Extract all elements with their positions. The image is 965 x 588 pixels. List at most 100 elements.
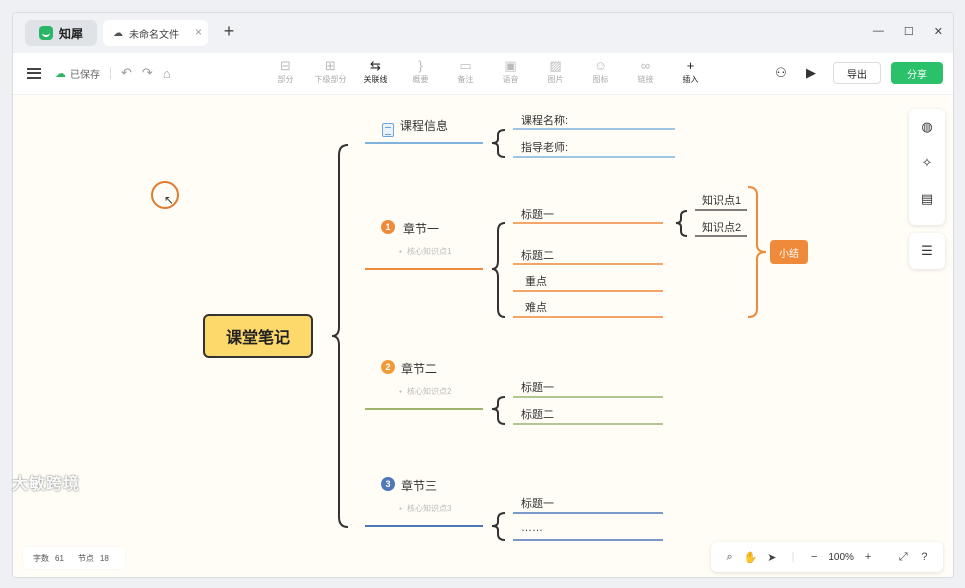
child-topic-icon: ⊞ <box>325 58 336 73</box>
chapter3-item-2[interactable]: …… <box>521 522 543 534</box>
chapter3-item-1[interactable]: 标题一 <box>521 495 554 511</box>
cloud-saved-icon: ☁ <box>55 67 66 80</box>
right-tool-panel: ◍ ✧ ▤ <box>909 109 945 225</box>
mindmap-connectors <box>331 128 767 541</box>
word-count-value: 61 <box>55 553 64 563</box>
chapter1-item-1[interactable]: 标题一 <box>521 206 554 222</box>
course-name-node[interactable]: 课程名称: <box>521 112 568 128</box>
tool-link[interactable]: ∞ 链接 <box>623 57 668 85</box>
root-node[interactable]: 课堂笔记 <box>203 314 313 358</box>
course-info-brace <box>491 129 506 158</box>
tool-image[interactable]: ▨ 图片 <box>533 57 578 85</box>
chapter1-item-2[interactable]: 标题二 <box>521 247 554 263</box>
tool-child-topic[interactable]: ⊞ 下级部分 <box>308 57 353 85</box>
style-icon[interactable]: ✧ <box>909 145 945 181</box>
window-controls: — ☐ ✕ <box>873 25 943 38</box>
zoom-separator: | <box>791 551 795 563</box>
export-button[interactable]: 导出 <box>833 62 881 84</box>
emoji-icon: ☺ <box>593 58 608 73</box>
voice-icon: ▣ <box>504 58 517 73</box>
chapter2-note: 核心知识点2 <box>399 386 451 397</box>
zoom-bar: ⌕ ✋ ➤ | − 100% + ⤢ ? <box>711 542 943 572</box>
share-button[interactable]: 分享 <box>891 62 943 84</box>
image-icon: ▨ <box>549 58 562 73</box>
help-icon[interactable]: ? <box>914 551 935 563</box>
tool-relation-line[interactable]: ⇆ 关联线 <box>353 57 398 85</box>
chapter1-brace <box>491 222 506 318</box>
chapter2-node[interactable]: 章节二 <box>401 360 437 377</box>
chapter1-node[interactable]: 章节一 <box>403 220 439 237</box>
tool-subtopic[interactable]: ⊟ 部分 <box>263 57 308 85</box>
tool-note[interactable]: ▭ 备注 <box>443 57 488 85</box>
chapter1-item-3[interactable]: 重点 <box>525 273 547 289</box>
toolbar-divider <box>110 67 111 79</box>
document-stats: 字数 61 节点 18 <box>23 547 125 569</box>
document-title: 未命名文件 <box>129 29 179 41</box>
palette-icon[interactable]: ◍ <box>909 109 945 145</box>
minimize-icon[interactable]: — <box>873 25 884 38</box>
chapter1-item-4[interactable]: 难点 <box>525 299 547 315</box>
present-icon[interactable]: ▶ <box>803 65 819 81</box>
knowledge-brace <box>675 210 688 237</box>
mindmap-canvas[interactable]: 课堂笔记 课程信息 课程名称: 指导老师: 1 章节一 核心知识点1 标题一 标… <box>13 95 953 577</box>
tool-emoji[interactable]: ☺ 图标 <box>578 57 623 85</box>
tool-voice[interactable]: ▣ 语音 <box>488 57 533 85</box>
chapter2-brace <box>491 396 506 425</box>
toolbar: ☁ 已保存 ↶ ↷ ⌂ ⊟ 部分 ⊞ 下级部分 ⇆ 关联线 } 概要 ▭ 备注 ▣ 语音 ▨… <box>13 53 953 95</box>
document-tab[interactable]: ☁ 未命名文件 × <box>103 20 208 46</box>
maximize-icon[interactable]: ☐ <box>904 25 914 38</box>
app-window: 知犀 ☁ 未命名文件 × + — ☐ ✕ ☁ 已保存 ↶ ↷ ⌂ ⊟ 部分 ⊞ 下级… <box>12 12 954 578</box>
cloud-icon: ☁ <box>113 27 123 39</box>
link-icon: ∞ <box>640 58 651 73</box>
chapter3-node[interactable]: 章节三 <box>401 477 437 494</box>
chapter2-number-badge: 2 <box>381 360 395 374</box>
chapter3-note: 核心知识点3 <box>399 503 451 514</box>
close-window-icon[interactable]: ✕ <box>934 25 943 38</box>
teacher-node[interactable]: 指导老师: <box>521 139 568 155</box>
chapter2-item-1[interactable]: 标题一 <box>521 379 554 395</box>
course-info-node[interactable]: 课程信息 <box>400 117 448 134</box>
title-bar: 知犀 ☁ 未命名文件 × + — ☐ ✕ <box>13 13 953 53</box>
outline-list-icon[interactable]: ☰ <box>909 233 945 269</box>
clipboard-icon <box>382 123 394 137</box>
app-home-tab[interactable]: 知犀 <box>25 20 97 46</box>
summary-icon: } <box>418 58 423 73</box>
tab-close-icon[interactable]: × <box>195 25 202 39</box>
pointer-icon[interactable]: ➤ <box>761 551 782 564</box>
new-tab-button[interactable]: + <box>219 21 239 42</box>
root-brace <box>331 144 349 528</box>
knowledge-point-1[interactable]: 知识点1 <box>702 192 741 208</box>
outline-panel: ☰ <box>909 233 945 269</box>
undo-icon[interactable]: ↶ <box>121 65 132 81</box>
zoom-out-icon[interactable]: − <box>804 551 825 563</box>
subtopic-icon: ⊟ <box>280 58 291 73</box>
summary-node[interactable]: 小结 <box>770 240 808 264</box>
chapter3-brace <box>491 512 506 541</box>
chapter3-number-badge: 3 <box>381 477 395 491</box>
menu-icon[interactable] <box>27 67 41 79</box>
toolbar-tools: ⊟ 部分 ⊞ 下级部分 ⇆ 关联线 } 概要 ▭ 备注 ▣ 语音 ▨ 图片 ☺ 图标 ∞ 链接 +… <box>263 57 713 85</box>
chapter2-item-2[interactable]: 标题二 <box>521 406 554 422</box>
search-icon[interactable]: ⌕ <box>719 551 740 564</box>
relation-line-icon: ⇆ <box>370 58 381 73</box>
node-count-label: 节点 <box>77 553 94 563</box>
toolbar-right: ⚇ ▶ 导出 分享 <box>773 62 943 84</box>
app-name: 知犀 <box>59 26 84 41</box>
zoom-in-icon[interactable]: + <box>857 551 878 563</box>
hand-pan-icon[interactable]: ✋ <box>740 551 761 564</box>
knowledge-point-2[interactable]: 知识点2 <box>702 219 741 235</box>
fit-screen-icon[interactable]: ⤢ <box>893 551 914 564</box>
app-logo-icon <box>39 26 53 40</box>
watermark: 大敏跨境 <box>12 476 81 493</box>
word-count-label: 字数 <box>33 553 49 563</box>
zoom-level[interactable]: 100% <box>825 552 858 563</box>
format-painter-icon[interactable]: ⌂ <box>163 66 171 81</box>
collaborate-icon[interactable]: ⚇ <box>773 65 789 81</box>
summary-brace <box>747 186 767 318</box>
chapter1-note: 核心知识点1 <box>399 246 451 257</box>
note-icon: ▭ <box>459 58 472 73</box>
layout-icon[interactable]: ▤ <box>909 181 945 217</box>
tool-insert[interactable]: + 插入 <box>668 57 713 85</box>
redo-icon[interactable]: ↷ <box>142 65 153 81</box>
tool-summary[interactable]: } 概要 <box>398 57 443 85</box>
